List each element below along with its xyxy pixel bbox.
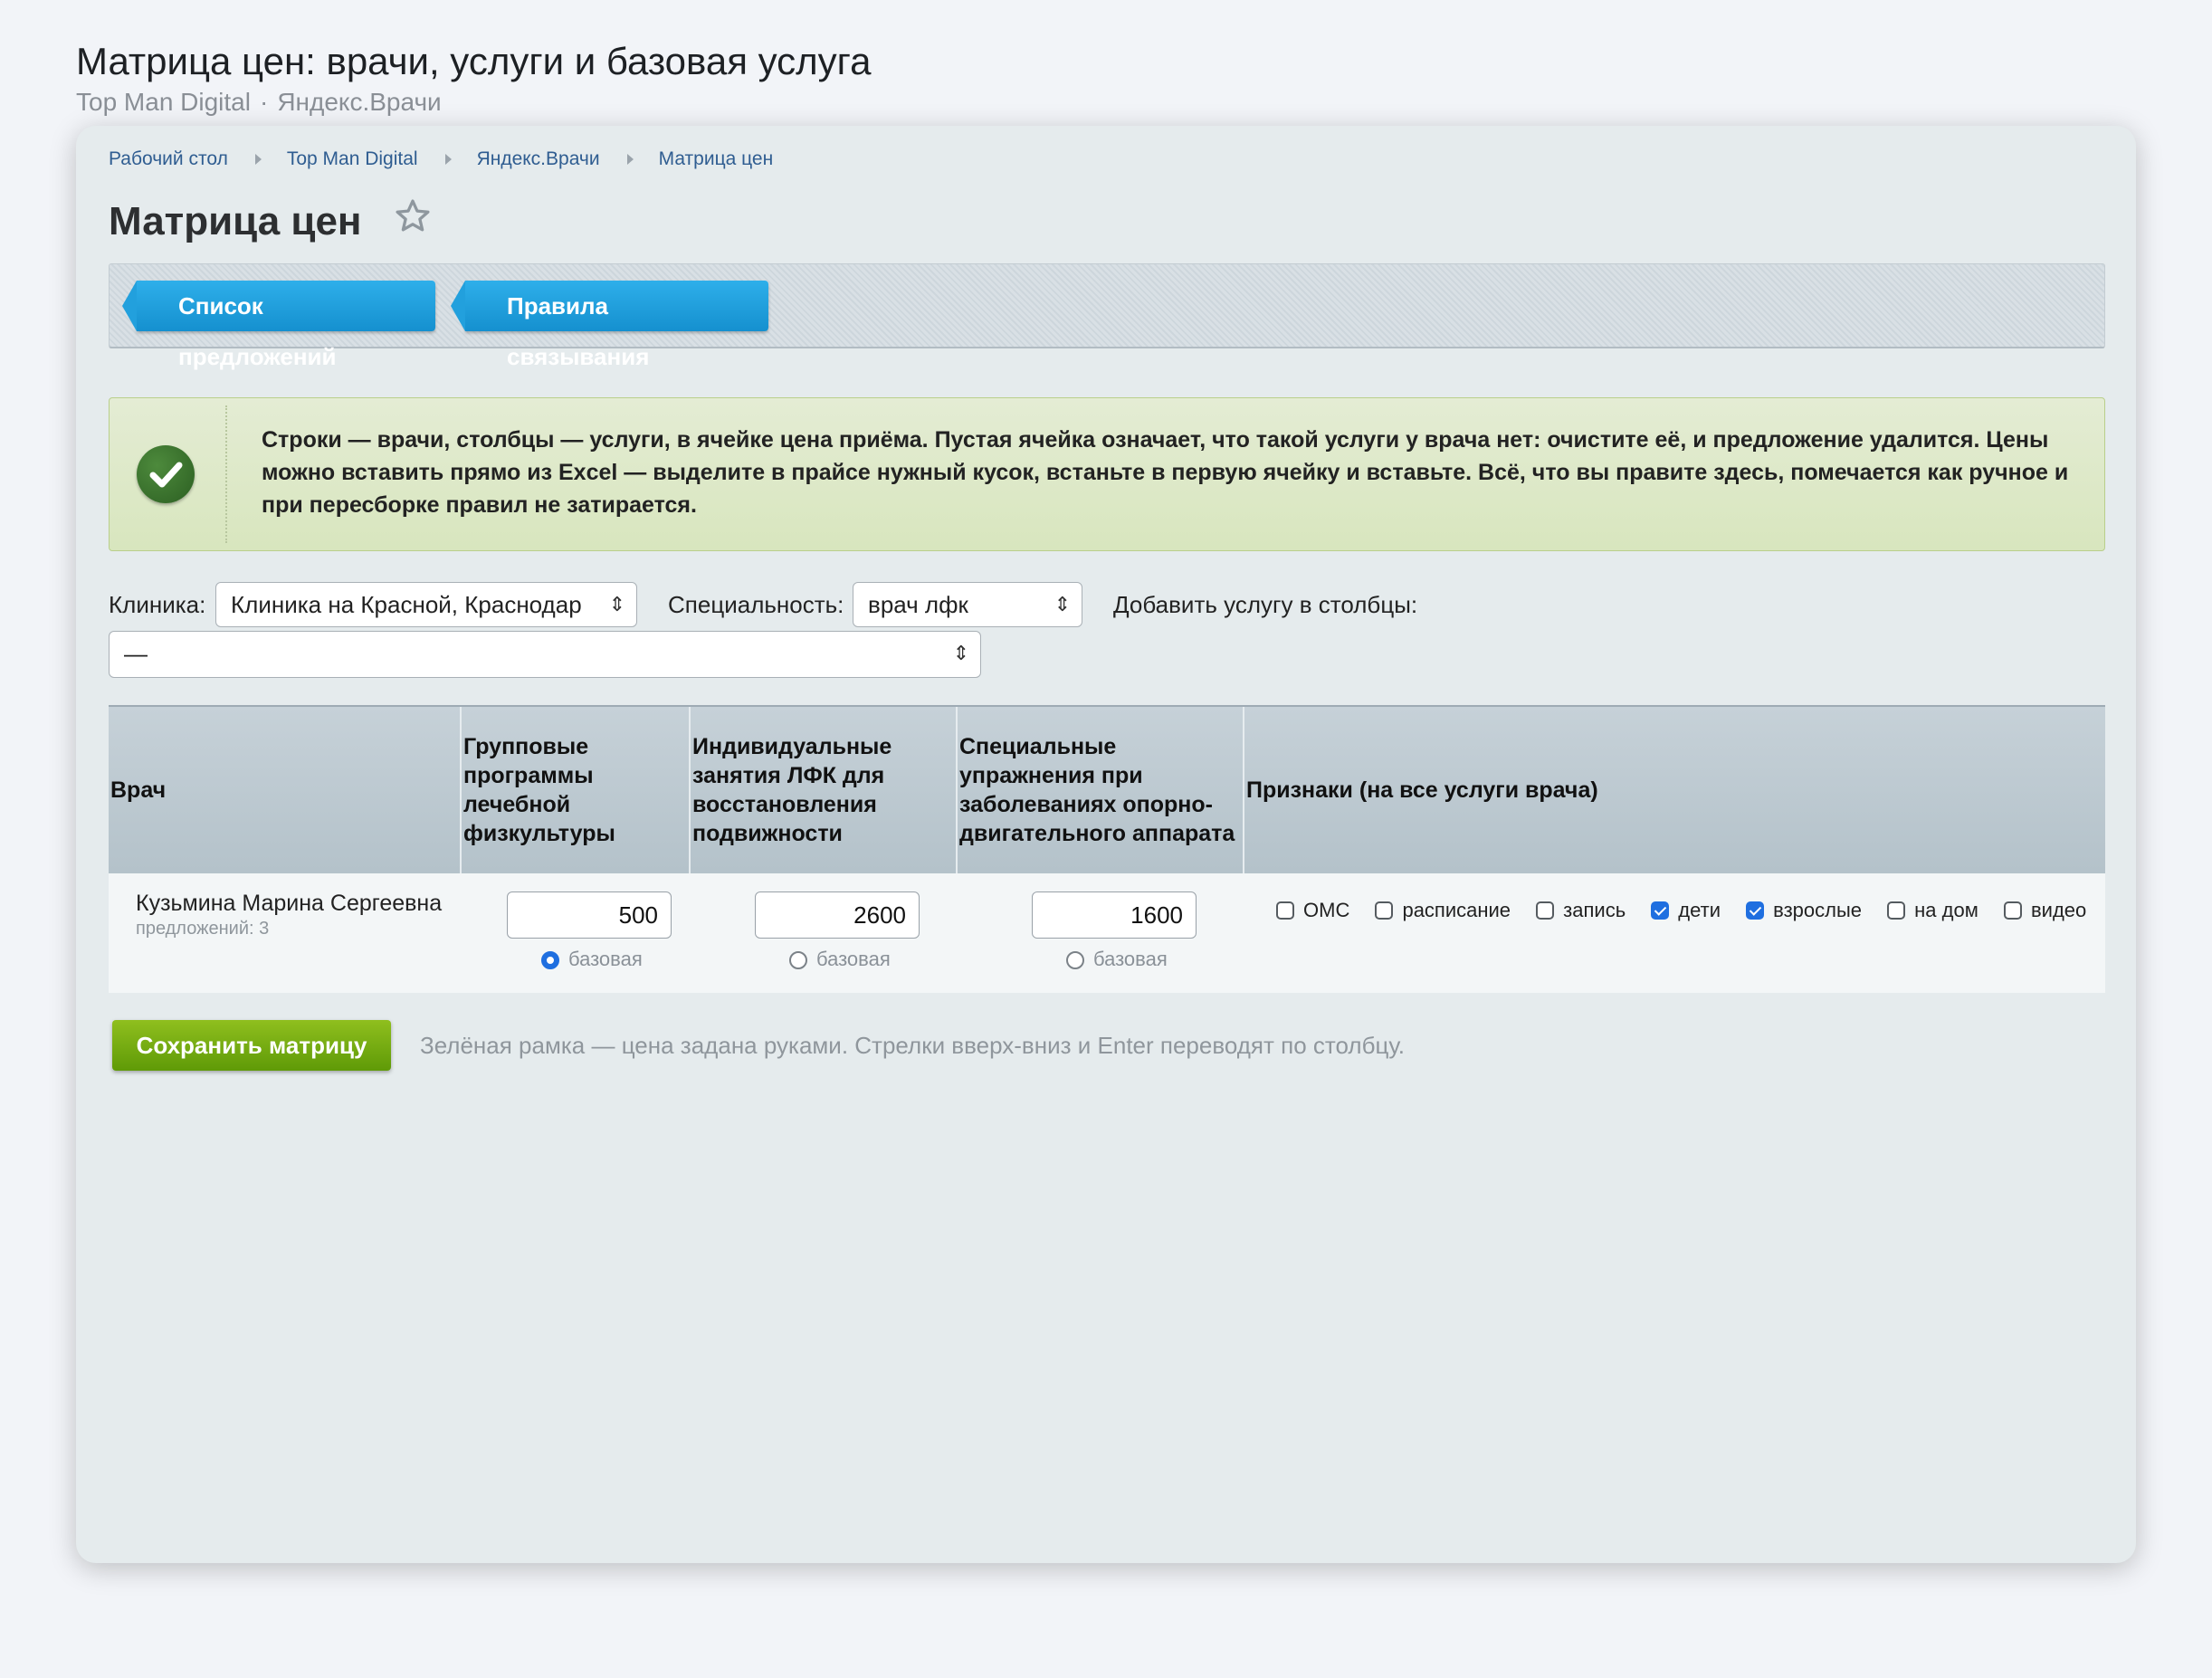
subtitle-separator: ·: [259, 88, 269, 116]
page-title: Матрица цен: врачи, услуги и базовая усл…: [76, 40, 872, 82]
flag-oms-checkbox[interactable]: ОМС: [1276, 899, 1349, 922]
column-header-flags: Признаки (на все услуги врача): [1246, 777, 1598, 803]
flag-label: запись: [1563, 899, 1626, 921]
checkbox-box: [1375, 901, 1394, 920]
subtitle-company: Top Man Digital: [76, 88, 251, 116]
checkbox-box: [1276, 901, 1294, 920]
notice-divider: [225, 405, 227, 543]
flag-schedule-checkbox[interactable]: расписание: [1375, 899, 1511, 922]
app-window: Рабочий стол Top Man Digital Яндекс.Врачи М…: [76, 126, 2136, 1563]
breadcrumb: Рабочий стол Top Man Digital Яндекс.Врачи М…: [109, 137, 773, 182]
tab-binding-rules[interactable]: Правила связывания: [451, 281, 768, 370]
subtitle-project: Яндекс.Врачи: [277, 88, 442, 116]
flag-home-visit-checkbox[interactable]: на дом: [1887, 899, 1978, 922]
radio-dot: [1066, 951, 1084, 969]
radio-dot: [541, 951, 559, 969]
price-input-special-exercises[interactable]: 1600: [1032, 891, 1197, 939]
checkbox-box: [2003, 901, 2022, 920]
clinic-label: Клиника:: [109, 591, 206, 618]
checkbox-box: [1651, 901, 1670, 920]
flag-label: дети: [1678, 899, 1721, 921]
checkbox-box: [1536, 901, 1555, 920]
save-hint: Зелёная рамка — цена задана руками. Стре…: [420, 1032, 1405, 1059]
base-radio-group-programs[interactable]: базовая: [541, 948, 643, 971]
add-service-select-value: —: [124, 640, 148, 667]
table-row: Кузьмина Марина Сергеевна предложений: 3…: [109, 873, 2105, 993]
flag-adults-checkbox[interactable]: взрослые: [1746, 899, 1862, 922]
column-header-individual-lfk: Индивидуальные занятия ЛФК для восстанов…: [691, 707, 958, 873]
flag-label: расписание: [1402, 899, 1511, 921]
page-heading: Матрица цен: [109, 199, 362, 243]
notice-text: Строки — врачи, столбцы — услуги, в ячей…: [262, 427, 2069, 518]
page-subtitle: Top Man Digital · Яндекс.Врачи: [76, 87, 871, 118]
base-radio-individual-lfk[interactable]: базовая: [789, 948, 891, 971]
doctor-flags: ОМС расписание запись дети взрослые на д…: [1276, 899, 2086, 922]
triangle-right-icon: [626, 154, 634, 166]
breadcrumb-item-current[interactable]: Матрица цен: [659, 148, 774, 169]
price-matrix-table: Врач Групповые программы лечебной физкул…: [109, 705, 2105, 993]
star-outline-icon[interactable]: [393, 196, 433, 236]
column-header-doctor: Врач: [109, 707, 462, 873]
base-radio-label: базовая: [816, 948, 891, 970]
flag-children-checkbox[interactable]: дети: [1651, 899, 1721, 922]
tab-offers-list[interactable]: Список предложений: [122, 281, 435, 370]
page-header: Матрица цен: врачи, услуги и базовая усл…: [76, 36, 871, 118]
base-radio-label: базовая: [568, 948, 643, 970]
filter-bar: Клиника: Клиника на Красной, Краснодар ⇕…: [109, 578, 2109, 678]
toolbar: Список предложений Правила связывания: [109, 263, 2105, 370]
breadcrumb-item-project[interactable]: Яндекс.Врачи: [477, 148, 600, 169]
base-radio-label: базовая: [1093, 948, 1168, 970]
info-notice: Строки — врачи, столбцы — услуги, в ячей…: [109, 397, 2105, 551]
checkbox-box: [1746, 901, 1765, 920]
add-service-label: Добавить услугу в столбцы:: [1113, 591, 1418, 618]
radio-dot: [789, 951, 807, 969]
doctor-offers-count: предложений: 3: [136, 919, 270, 939]
specialty-select[interactable]: врач лфк ⇕: [853, 582, 1082, 627]
flag-booking-checkbox[interactable]: запись: [1536, 899, 1626, 922]
check-circle-icon: [137, 445, 195, 503]
breadcrumb-item-desktop[interactable]: Рабочий стол: [109, 148, 228, 169]
flag-video-checkbox[interactable]: видео: [2003, 899, 2087, 922]
chevron-updown-icon: ⇕: [1054, 593, 1071, 615]
chevron-updown-icon: ⇕: [608, 593, 625, 615]
flag-label: ОМС: [1303, 899, 1350, 921]
save-matrix-button[interactable]: Сохранить матрицу: [112, 1020, 391, 1071]
triangle-right-icon: [254, 154, 262, 166]
triangle-right-icon: [444, 154, 452, 166]
doctor-name: Кузьмина Марина Сергеевна: [136, 891, 443, 916]
specialty-select-value: врач лфк: [868, 591, 968, 618]
flag-label: взрослые: [1773, 899, 1863, 921]
base-radio-special-exercises[interactable]: базовая: [1066, 948, 1168, 971]
chevron-updown-icon: ⇕: [952, 642, 969, 664]
price-input-individual-lfk[interactable]: 2600: [755, 891, 920, 939]
column-header-special-exercises: Специальные упражнения при заболеваниях …: [958, 707, 1244, 873]
flag-label: видео: [2030, 899, 2087, 921]
add-service-select[interactable]: — ⇕: [109, 631, 981, 678]
breadcrumb-item-company[interactable]: Top Man Digital: [287, 148, 418, 169]
flag-label: на дом: [1914, 899, 1978, 921]
price-input-group-programs[interactable]: 500: [507, 891, 672, 939]
column-header-group-programs: Групповые программы лечебной физкультуры: [462, 707, 691, 873]
table-header: Врач Групповые программы лечебной физкул…: [109, 705, 2105, 873]
clinic-select[interactable]: Клиника на Красной, Краснодар ⇕: [215, 582, 637, 627]
checkbox-box: [1887, 901, 1906, 920]
clinic-select-value: Клиника на Красной, Краснодар: [231, 591, 582, 618]
specialty-label: Специальность:: [668, 591, 844, 618]
